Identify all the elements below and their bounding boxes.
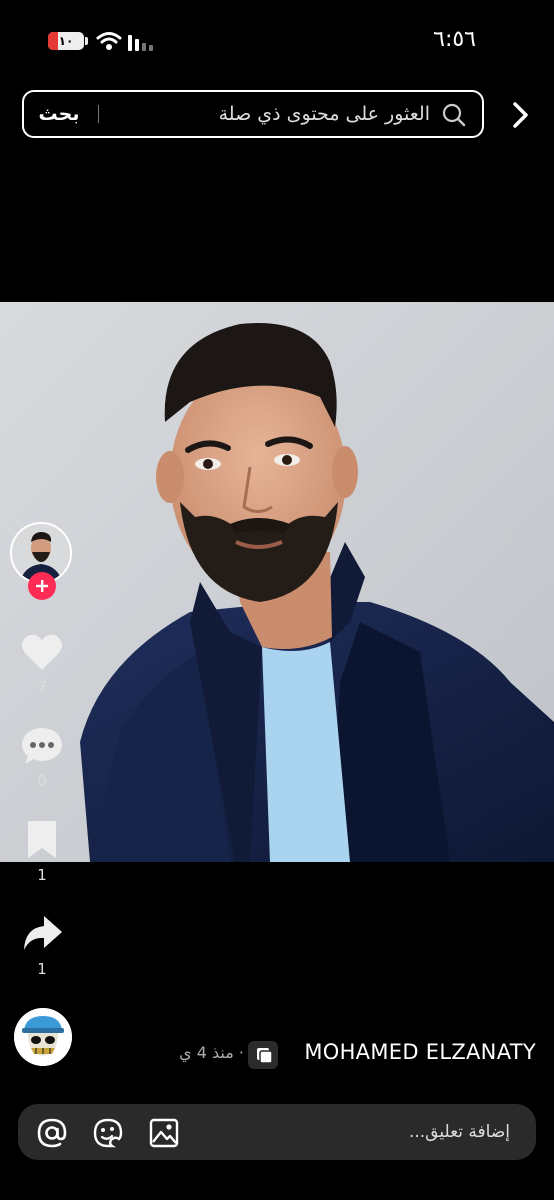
- mention-icon[interactable]: [36, 1117, 68, 1149]
- battery-icon: ١٠: [48, 32, 84, 50]
- search-icon: [442, 103, 466, 127]
- post-photo[interactable]: [0, 302, 554, 862]
- like-button[interactable]: 7: [10, 632, 74, 696]
- bookmark-button[interactable]: 1: [10, 820, 74, 884]
- follow-button[interactable]: [28, 572, 56, 600]
- comment-button[interactable]: 0: [10, 726, 74, 790]
- search-bar[interactable]: بحث العثور على محتوى ذي صلة: [22, 90, 484, 138]
- comment-input-bar[interactable]: إضافة تعليق...: [18, 1104, 536, 1160]
- share-count: 1: [37, 960, 47, 978]
- status-bar: ١٠ ٦:٥٦: [0, 0, 554, 80]
- author-name[interactable]: MOHAMED ELZANATY: [304, 1040, 536, 1064]
- like-count: 7: [37, 678, 47, 696]
- search-input[interactable]: العثور على محتوى ذي صلة: [219, 92, 430, 136]
- heart-icon: [22, 634, 62, 670]
- repost-badge-icon: [248, 1041, 278, 1069]
- save-count: 1: [37, 866, 47, 884]
- author-avatar[interactable]: [14, 1008, 72, 1066]
- comment-count: 0: [37, 772, 47, 790]
- comment-input[interactable]: إضافة تعليق...: [409, 1104, 510, 1160]
- portrait-image: [0, 302, 554, 862]
- wifi-icon: [96, 32, 122, 50]
- plus-icon: [36, 580, 48, 592]
- share-button[interactable]: 1: [10, 914, 74, 978]
- search-divider: [98, 105, 99, 123]
- bookmark-icon: [28, 821, 56, 858]
- clock: ٦:٥٦: [433, 27, 476, 52]
- post-time: · منذ 4 ي: [179, 1043, 244, 1062]
- image-icon[interactable]: [148, 1117, 180, 1149]
- share-arrow-icon: [24, 916, 62, 950]
- signal-icon: [128, 35, 153, 51]
- emoji-sticker-icon[interactable]: [92, 1117, 124, 1149]
- search-button[interactable]: بحث: [34, 92, 84, 136]
- chevron-right-icon[interactable]: [510, 100, 532, 130]
- comment-bubble-icon: [22, 728, 62, 764]
- battery-level: ١٠: [58, 34, 74, 48]
